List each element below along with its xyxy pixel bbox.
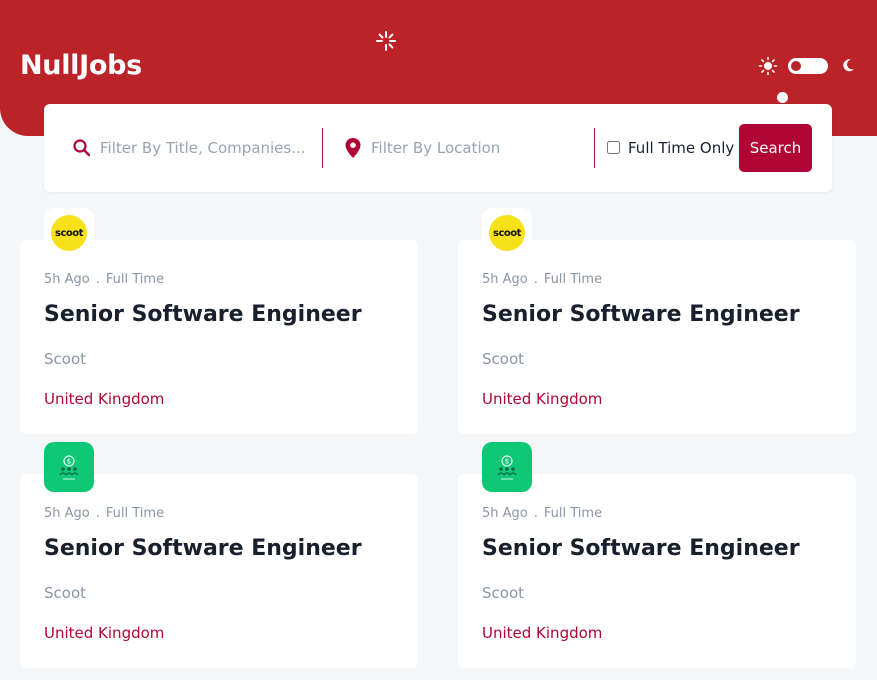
job-meta: 5h Ago. Full Time [482,506,603,521]
job-location: United Kingdom [482,390,603,408]
money-people-logo-icon: $ [59,455,79,480]
job-card[interactable]: scoot 5h Ago. Full Time Senior Software E… [458,208,856,434]
job-title[interactable]: Senior Software Engineer [482,536,800,561]
job-card[interactable]: $ 5h Ago. Full Time Senior Software Engin… [458,442,856,668]
job-card[interactable]: scoot 5h Ago. Full Time Senior Software E… [20,208,418,434]
location-pin-icon [345,138,361,158]
job-location: United Kingdom [482,624,603,642]
contract-type: Full Time [105,506,165,521]
switch-knob [791,61,801,71]
job-title[interactable]: Senior Software Engineer [44,536,362,561]
contract-type: Full Time [105,272,165,287]
company-name: Scoot [482,350,525,368]
divider [594,128,595,168]
theme-toggle[interactable] [758,56,858,78]
search-bar: Full Time Only Search [44,104,832,192]
company-logo: scoot [482,208,532,258]
job-title[interactable]: Senior Software Engineer [44,302,362,327]
job-card[interactable]: $ 5h Ago. Full Time Senior Software Engin… [20,442,418,668]
search-icon [73,139,91,157]
location-filter-input[interactable] [371,136,571,160]
job-location: United Kingdom [44,624,165,642]
posted-time: 5h Ago [482,506,528,521]
svg-text:$: $ [67,458,71,466]
loading-spinner-icon [376,31,396,51]
full-time-label[interactable]: Full Time Only [628,139,734,157]
job-meta: 5h Ago. Full Time [482,272,603,287]
posted-time: 5h Ago [44,272,90,287]
moon-icon [843,59,854,72]
decorative-dot [777,92,788,103]
company-logo: $ [44,442,94,492]
theme-switch[interactable] [788,58,828,74]
company-logo: $ [482,442,532,492]
job-meta: 5h Ago. Full Time [44,272,165,287]
money-people-logo-icon: $ [497,455,517,480]
job-location: United Kingdom [44,390,165,408]
title-filter-input[interactable] [100,136,310,160]
posted-time: 5h Ago [482,272,528,287]
job-meta: 5h Ago. Full Time [44,506,165,521]
scoot-logo-icon: scoot [489,215,525,251]
sun-icon [758,56,778,76]
svg-text:$: $ [505,458,509,466]
full-time-checkbox[interactable] [607,141,620,154]
company-name: Scoot [44,584,87,602]
contract-type: Full Time [543,506,603,521]
posted-time: 5h Ago [44,506,90,521]
divider [322,128,323,168]
search-button[interactable]: Search [739,124,812,172]
app-logo[interactable]: NullJobs [20,50,142,81]
contract-type: Full Time [543,272,603,287]
scoot-logo-icon: scoot [51,215,87,251]
company-name: Scoot [44,350,87,368]
job-title[interactable]: Senior Software Engineer [482,302,800,327]
company-name: Scoot [482,584,525,602]
company-logo: scoot [44,208,94,258]
